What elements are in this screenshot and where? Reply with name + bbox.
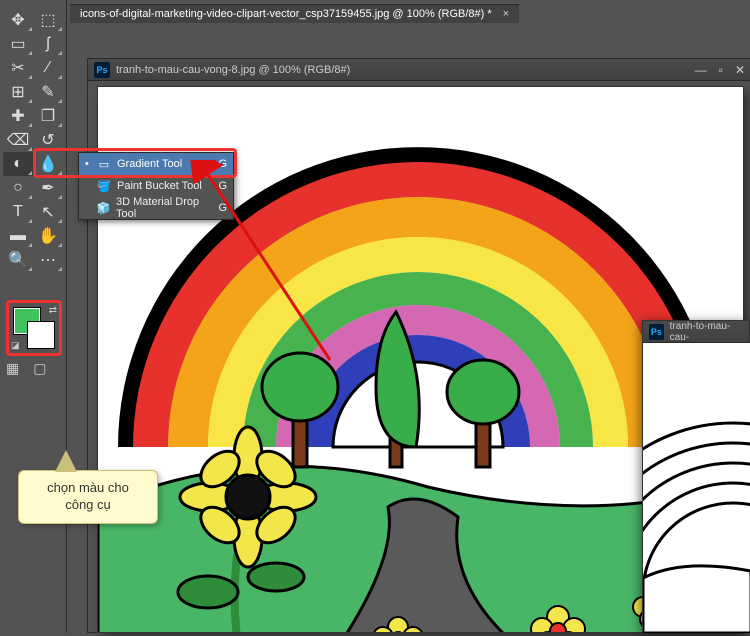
flyout-item-label: Paint Bucket Tool [117, 180, 202, 192]
flyout-indicator-icon [58, 171, 62, 175]
flyout-item-label: 3D Material Drop Tool [116, 196, 218, 220]
flyout-tool-icon: 🪣 [95, 180, 113, 193]
hand-tool[interactable]: ✋ [33, 224, 63, 248]
minimize-icon[interactable]: — [695, 63, 707, 77]
flyout-indicator-icon [28, 147, 32, 151]
flyout-indicator-icon [58, 195, 62, 199]
flyout-indicator-icon [58, 219, 62, 223]
callout-line2: công cụ [65, 497, 111, 512]
flyout-indicator-icon [28, 27, 32, 31]
document-titlebar[interactable]: Ps tranh-to-mau-cau-vong-8.jpg @ 100% (R… [88, 59, 750, 81]
marquee-tool[interactable]: ▭ [3, 32, 33, 56]
history-tool[interactable]: ↺ [33, 128, 63, 152]
callout-tail [56, 452, 76, 472]
artboard-tool[interactable]: ⬚ [33, 8, 63, 32]
secondary-document-title: tranh-to-mau-cau- [670, 321, 743, 343]
quick-mask-icon[interactable]: ▦ [6, 360, 19, 377]
tools-panel: ✥⬚▭ʃ✂⁄⊞✎✚❐⌫↺◐💧○✒T↖▬✋🔍⋯ ⇄ ◪ ▦ ▢ [0, 0, 67, 633]
flyout-indicator-icon [28, 171, 32, 175]
flyout-indicator-icon [58, 27, 62, 31]
flyout-indicator-icon [28, 195, 32, 199]
callout-line1: chọn màu cho [47, 480, 129, 495]
flyout-indicator-icon [28, 75, 32, 79]
secondary-document-titlebar[interactable]: Ps tranh-to-mau-cau- [643, 321, 749, 343]
pen-tool[interactable]: ✒ [33, 176, 63, 200]
flyout-indicator-icon [28, 99, 32, 103]
tool-flyout: •▭ Gradient Tool G 🪣 Paint Bucket Tool G 🧊 3D M… [78, 152, 234, 220]
document-tab-bar: icons-of-digital-marketing-video-clipart… [70, 2, 519, 24]
flyout-item-label: Gradient Tool [117, 158, 182, 170]
path-tool[interactable]: ↖ [33, 200, 63, 224]
flyout-shortcut: G [218, 202, 227, 214]
close-icon[interactable]: × [503, 8, 509, 20]
swap-colors-icon[interactable]: ⇄ [49, 305, 57, 316]
flyout-indicator-icon [58, 75, 62, 79]
restore-icon[interactable]: ▫ [719, 63, 723, 77]
flyout-indicator-icon [28, 51, 32, 55]
color-swatches: ⇄ ◪ [6, 300, 62, 356]
document-tab[interactable]: icons-of-digital-marketing-video-clipart… [70, 4, 519, 23]
background-color[interactable] [27, 321, 55, 349]
secondary-document-window: Ps tranh-to-mau-cau- [642, 320, 750, 633]
active-dot-icon: • [85, 158, 95, 170]
flyout-indicator-icon [58, 267, 62, 271]
eraser-tool[interactable]: ⌫ [3, 128, 33, 152]
gradient-tool[interactable]: ◐ [3, 152, 33, 176]
flyout-indicator-icon [58, 51, 62, 55]
flyout-indicator-icon [28, 267, 32, 271]
zoom-tool[interactable]: 🔍 [3, 248, 33, 272]
window-controls: — ▫ ✕ [695, 63, 745, 77]
quick-mask-row: ▦ ▢ [6, 360, 46, 377]
move-tool[interactable]: ✥ [3, 8, 33, 32]
eyedropper-tool[interactable]: ⁄ [33, 56, 63, 80]
screen-mode-icon[interactable]: ▢ [33, 360, 46, 377]
tool-grid: ✥⬚▭ʃ✂⁄⊞✎✚❐⌫↺◐💧○✒T↖▬✋🔍⋯ [3, 8, 63, 272]
callout-tooltip: chọn màu cho công cụ [18, 470, 158, 524]
flyout-indicator-icon [58, 147, 62, 151]
flyout-indicator-icon [28, 219, 32, 223]
frame-tool[interactable]: ⊞ [3, 80, 33, 104]
ps-badge-icon: Ps [649, 324, 664, 340]
clone-tool[interactable]: ❐ [33, 104, 63, 128]
flyout-tool-icon: 🧊 [95, 202, 112, 215]
flyout-item-paint-bucket-tool[interactable]: 🪣 Paint Bucket Tool G [79, 175, 233, 197]
flyout-item-gradient-tool[interactable]: •▭ Gradient Tool G [79, 153, 233, 175]
flyout-indicator-icon [28, 123, 32, 127]
lasso-tool[interactable]: ʃ [33, 32, 63, 56]
document-title: tranh-to-mau-cau-vong-8.jpg @ 100% (RGB/… [116, 64, 350, 76]
type-tool[interactable]: T [3, 200, 33, 224]
flyout-shortcut: G [218, 158, 227, 170]
secondary-artwork-svg [643, 343, 750, 633]
shape-tool[interactable]: ▬ [3, 224, 33, 248]
blur-tool[interactable]: 💧 [33, 152, 63, 176]
flyout-indicator-icon [58, 99, 62, 103]
default-colors-icon[interactable]: ◪ [11, 340, 20, 351]
crop-tool[interactable]: ✂ [3, 56, 33, 80]
flyout-indicator-icon [58, 123, 62, 127]
dodge-tool[interactable]: ○ [3, 176, 33, 200]
document-tab-label: icons-of-digital-marketing-video-clipart… [80, 8, 492, 20]
flyout-tool-icon: ▭ [95, 158, 113, 171]
ps-badge-icon: Ps [94, 62, 110, 78]
flyout-indicator-icon [58, 243, 62, 247]
healing-tool[interactable]: ✚ [3, 104, 33, 128]
close-icon[interactable]: ✕ [735, 63, 745, 77]
brush-tool[interactable]: ✎ [33, 80, 63, 104]
flyout-indicator-icon [28, 243, 32, 247]
flyout-shortcut: G [218, 180, 227, 192]
flyout-item-3d-material-drop-tool[interactable]: 🧊 3D Material Drop ToolG [79, 197, 233, 219]
extra-tool[interactable]: ⋯ [33, 248, 63, 272]
